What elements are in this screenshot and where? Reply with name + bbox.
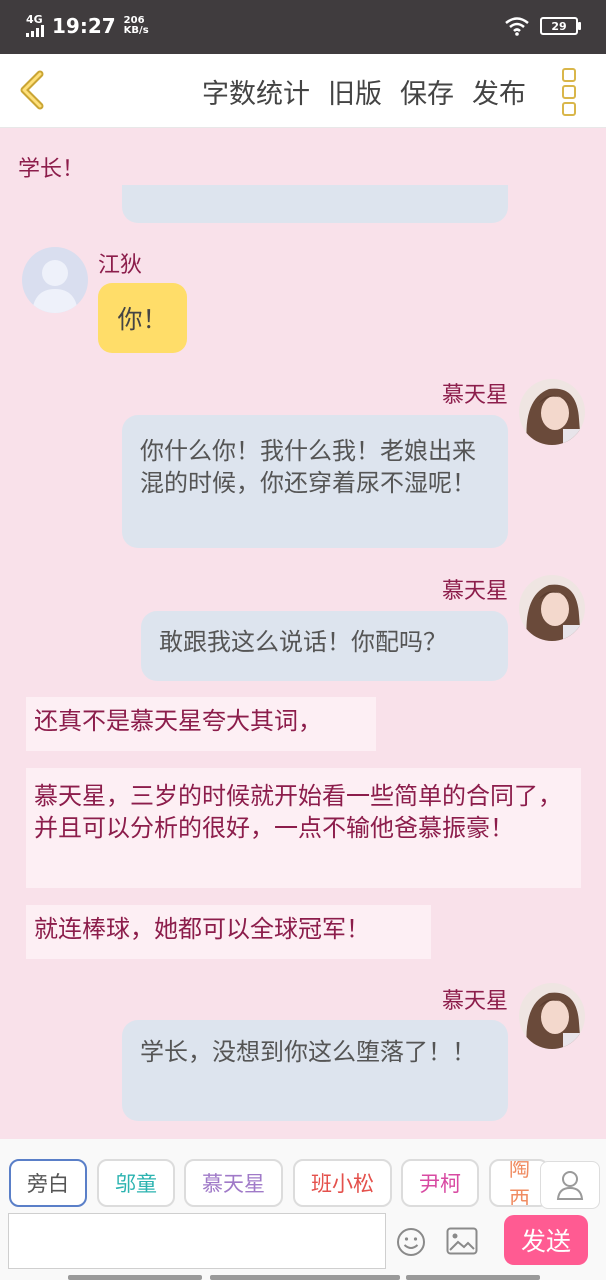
smile-icon bbox=[397, 1228, 425, 1256]
more-vertical-icon[interactable] bbox=[562, 68, 584, 116]
character-chip[interactable]: 邬童 bbox=[97, 1159, 175, 1207]
avatar[interactable] bbox=[519, 379, 585, 445]
narration-block[interactable]: 慕天星，三岁的时候就开始看一些简单的合同了，并且可以分析的很好，一点不输他爸慕振… bbox=[26, 768, 581, 888]
speed-unit: KB/s bbox=[123, 25, 149, 36]
sender-name: 慕天星 bbox=[441, 989, 508, 1014]
sender-name: 慕天星 bbox=[441, 383, 508, 408]
girl-avatar-icon bbox=[519, 379, 585, 445]
nav-indicator bbox=[68, 1275, 202, 1280]
chat-area[interactable]: 学长！ 江狄 你！ 慕天星 你什么你！我什么我！老娘出来混的时候，你还穿着尿不湿… bbox=[0, 127, 606, 1139]
top-toolbar: 字数统计 旧版 保存 发布 bbox=[0, 54, 606, 128]
narration-block[interactable]: 就连棒球，她都可以全球冠军！ bbox=[26, 905, 431, 959]
girl-avatar-icon bbox=[519, 983, 585, 1049]
avatar[interactable] bbox=[22, 247, 88, 313]
network-indicator: 4G bbox=[26, 13, 44, 37]
profile-button[interactable] bbox=[540, 1161, 600, 1209]
message-bubble[interactable]: 你什么你！我什么我！老娘出来混的时候，你还穿着尿不湿呢！ bbox=[122, 415, 508, 548]
status-right: 29 bbox=[504, 16, 581, 36]
status-bar: 4G 19:27 206 KB/s 29 bbox=[0, 0, 606, 54]
message-bubble[interactable]: 你！ bbox=[98, 283, 187, 353]
status-left: 4G 19:27 206 KB/s bbox=[26, 14, 149, 38]
avatar[interactable] bbox=[519, 575, 585, 641]
word-count-button[interactable]: 字数统计 bbox=[202, 72, 310, 111]
avatar[interactable] bbox=[519, 983, 585, 1049]
battery-icon: 29 bbox=[540, 17, 581, 35]
narration-top: 学长！ bbox=[18, 157, 85, 182]
toolbar-actions: 字数统计 旧版 保存 发布 bbox=[202, 72, 526, 111]
back-button[interactable] bbox=[14, 70, 54, 110]
composer: 旁白 邬童 慕天星 班小松 尹柯 陶西 发送 bbox=[0, 1139, 606, 1280]
network-type: 4G bbox=[26, 13, 43, 26]
wifi-icon bbox=[505, 17, 529, 36]
battery-level: 29 bbox=[551, 19, 567, 33]
narration-block[interactable]: 还真不是慕天星夸大其词， bbox=[26, 697, 376, 751]
image-icon bbox=[446, 1227, 478, 1255]
nav-indicator bbox=[406, 1275, 540, 1280]
network-speed: 206 KB/s bbox=[124, 16, 149, 36]
old-version-button[interactable]: 旧版 bbox=[328, 72, 382, 111]
clock: 19:27 bbox=[52, 14, 116, 38]
nav-indicator bbox=[210, 1275, 400, 1280]
user-icon bbox=[556, 1171, 584, 1200]
publish-button[interactable]: 发布 bbox=[472, 72, 526, 111]
character-chip[interactable]: 班小松 bbox=[293, 1159, 392, 1207]
character-chip[interactable]: 尹柯 bbox=[401, 1159, 479, 1207]
image-button[interactable] bbox=[446, 1227, 478, 1255]
sender-name: 慕天星 bbox=[441, 579, 508, 604]
emoji-button[interactable] bbox=[396, 1227, 426, 1257]
sender-name: 江狄 bbox=[98, 253, 143, 278]
message-bubble[interactable]: 敢跟我这么说话！你配吗？ bbox=[141, 611, 508, 681]
message-input[interactable] bbox=[8, 1213, 386, 1269]
user-avatar-icon bbox=[32, 260, 78, 313]
save-button[interactable]: 保存 bbox=[400, 72, 454, 111]
girl-avatar-icon bbox=[519, 575, 585, 641]
message-bubble-partial bbox=[122, 185, 508, 223]
character-chip-narrator[interactable]: 旁白 bbox=[9, 1159, 87, 1207]
chevron-left-icon bbox=[20, 70, 44, 110]
character-chip[interactable]: 慕天星 bbox=[184, 1159, 283, 1207]
send-button[interactable]: 发送 bbox=[504, 1215, 588, 1265]
signal-icon bbox=[26, 25, 44, 37]
message-bubble[interactable]: 学长，没想到你这么堕落了！！ bbox=[122, 1020, 508, 1121]
